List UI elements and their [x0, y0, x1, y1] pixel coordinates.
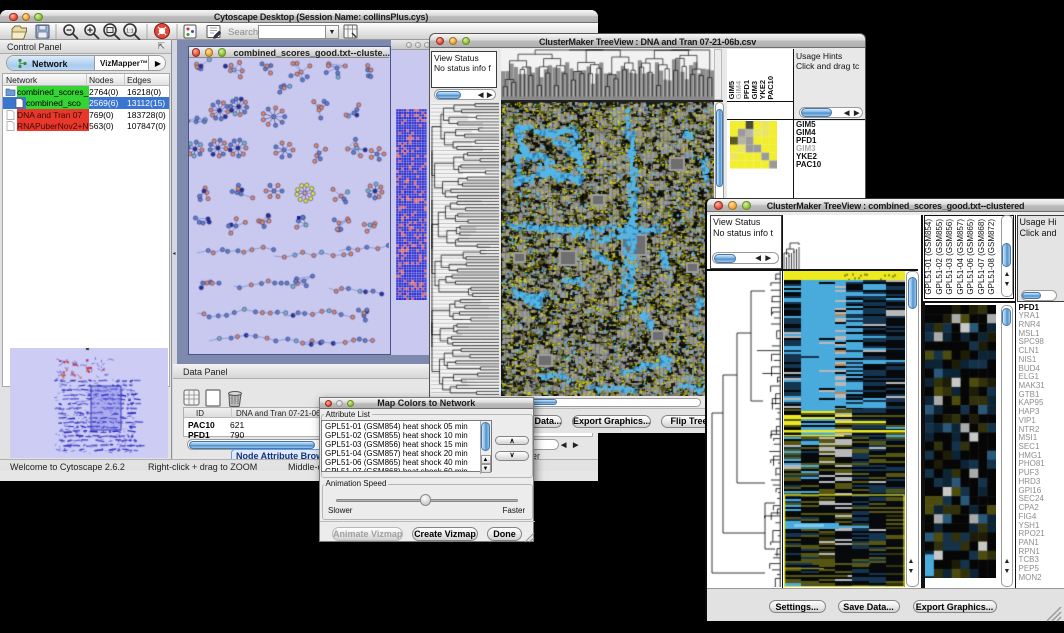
- svg-text:1:1: 1:1: [126, 29, 134, 35]
